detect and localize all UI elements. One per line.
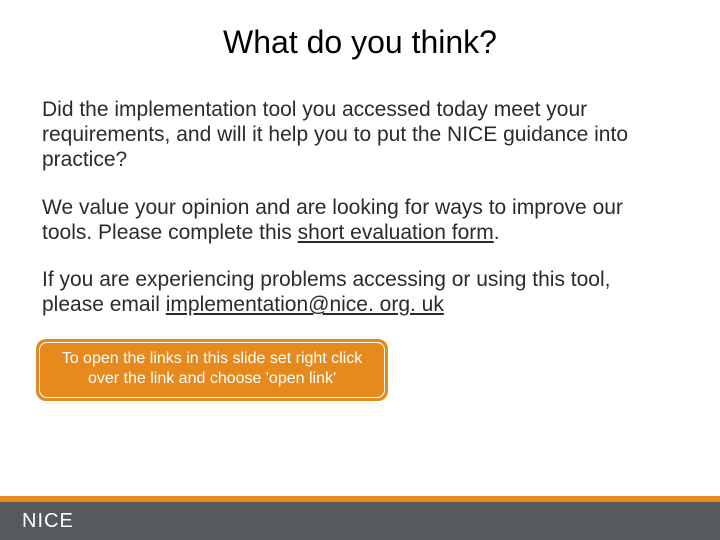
slide: What do you think? Did the implementatio… <box>0 0 720 540</box>
paragraph-3: If you are experiencing problems accessi… <box>42 267 678 317</box>
slide-title: What do you think? <box>0 0 720 61</box>
callout-text: To open the links in this slide set righ… <box>62 350 363 387</box>
footer-bar: NICE <box>0 502 720 540</box>
paragraph-1: Did the implementation tool you accessed… <box>42 97 678 173</box>
paragraph-2: We value your opinion and are looking fo… <box>42 195 678 245</box>
body-text: Did the implementation tool you accessed… <box>0 61 720 317</box>
email-link[interactable]: implementation@nice. org. uk <box>166 293 444 316</box>
instruction-callout: To open the links in this slide set righ… <box>36 339 388 401</box>
nice-logo: NICE <box>22 510 74 533</box>
footer: NICE <box>0 496 720 540</box>
evaluation-form-link[interactable]: short evaluation form <box>298 221 494 244</box>
p2-post: . <box>494 221 500 244</box>
